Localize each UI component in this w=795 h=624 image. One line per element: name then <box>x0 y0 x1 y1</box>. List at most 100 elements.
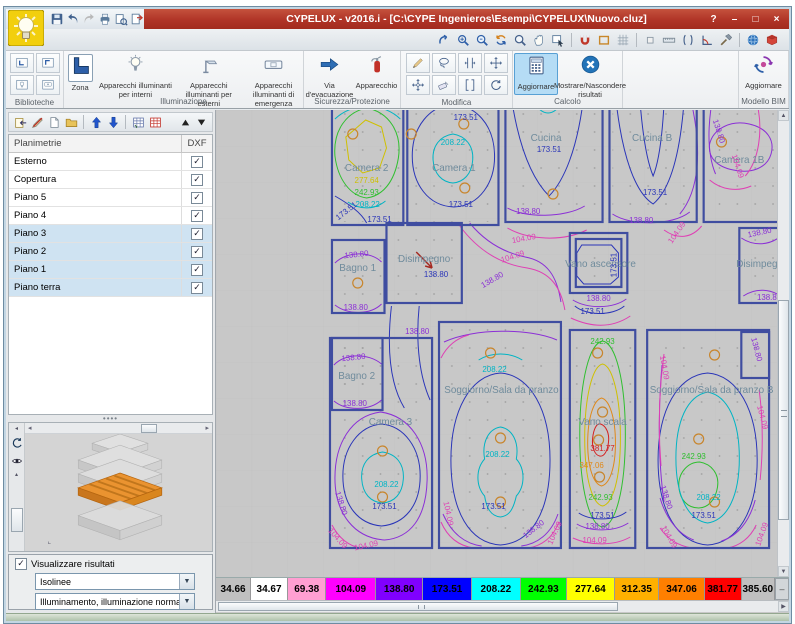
move-up-button[interactable] <box>88 114 104 130</box>
table-row-copertura[interactable]: Copertura✓ <box>9 171 212 189</box>
chevron-left-icon[interactable]: ◂ <box>28 424 32 432</box>
view-mode-select[interactable]: Isolinee ▼ <box>35 573 195 590</box>
orbit-button[interactable] <box>435 31 453 49</box>
preview-3d[interactable]: ◂ ▴ ◂ ▸ <box>8 422 213 552</box>
pencil-button[interactable] <box>406 53 430 73</box>
zoom-window-button[interactable] <box>473 31 491 49</box>
scroll-right-icon[interactable]: ▶ <box>778 601 789 612</box>
apparecchi-illuminanti-per-interni-button[interactable]: Apparecchi illuminanti per interni <box>97 53 173 95</box>
frame-bulb-button[interactable] <box>10 75 34 95</box>
via-d-evacuazione-button[interactable]: Via d'evacuazione <box>306 53 354 95</box>
rotate-button[interactable] <box>484 75 508 95</box>
ruler-button[interactable] <box>660 31 678 49</box>
scroll-down-icon[interactable]: ▼ <box>778 566 789 577</box>
table-row-piano-2[interactable]: Piano 2✓ <box>9 243 212 261</box>
globe-button[interactable] <box>744 31 762 49</box>
magnet-button[interactable] <box>576 31 594 49</box>
angle-button[interactable] <box>698 31 716 49</box>
scroll-up-icon[interactable]: ▲ <box>778 110 789 121</box>
dimension-button[interactable] <box>679 31 697 49</box>
export-button[interactable] <box>130 10 144 28</box>
brackets-button[interactable] <box>458 75 482 95</box>
print-button[interactable] <box>98 10 112 28</box>
dxf-checkbox[interactable]: ✓ <box>191 282 203 294</box>
maximize-button[interactable]: □ <box>745 11 766 27</box>
frame-l2-button[interactable] <box>36 53 60 73</box>
rotate-3d-button[interactable] <box>10 436 24 450</box>
dxf-checkbox[interactable]: ✓ <box>191 156 203 168</box>
help-book-button[interactable] <box>763 31 781 49</box>
magnitude-select[interactable]: Illuminamento, illuminazione normale ▼ <box>35 593 195 610</box>
table-row-piano-3[interactable]: Piano 3✓ <box>9 225 212 243</box>
eye-button[interactable] <box>10 454 24 468</box>
table-row-piano-1[interactable]: Piano 1✓ <box>9 261 212 279</box>
preview-hslider-thumb[interactable] <box>141 424 157 433</box>
print-preview-button[interactable] <box>114 10 128 28</box>
frame-snap-button[interactable] <box>595 31 613 49</box>
building-3d-view[interactable]: ⌞ <box>25 434 215 550</box>
divide-button[interactable] <box>458 53 482 73</box>
pan-button[interactable] <box>530 31 548 49</box>
table-row-piano-terra[interactable]: Piano terra✓ <box>9 279 212 297</box>
redraw-button[interactable] <box>492 31 510 49</box>
edit-row-button[interactable] <box>29 114 45 130</box>
panel-splitter[interactable]: •••• <box>8 415 213 422</box>
table-row-piano-4[interactable]: Piano 4✓ <box>9 207 212 225</box>
dxf-checkbox[interactable]: ✓ <box>191 174 203 186</box>
apparecchio-button[interactable]: Apparecchio <box>355 53 399 95</box>
hscroll-thumb[interactable] <box>218 602 618 611</box>
new-page-button[interactable] <box>46 114 62 130</box>
frame-l1-button[interactable] <box>10 53 34 73</box>
lasso-button[interactable] <box>432 53 456 73</box>
drawing-area[interactable]: Camera 2Camera 1CucinaCucina BCamera 1BB… <box>216 110 789 614</box>
mostrare-nascondere-risultati-button[interactable]: Mostrare/Nascondere risultati <box>559 53 621 95</box>
aggiornare-button[interactable]: Aggiornare <box>514 53 558 95</box>
dxf-checkbox[interactable]: ✓ <box>191 228 203 240</box>
open-folder-button[interactable] <box>63 114 79 130</box>
dxf-checkbox[interactable]: ✓ <box>191 192 203 204</box>
vscroll-thumb[interactable] <box>778 300 789 520</box>
redo-button[interactable] <box>82 10 96 28</box>
aggiornare-button[interactable]: Aggiornare <box>741 53 787 95</box>
table-row-esterno[interactable]: Esterno✓ <box>9 153 212 171</box>
help-button[interactable]: ? <box>703 11 724 27</box>
apparecchi-illuminanti-di-emergenza-button[interactable]: Apparecchi illuminanti di emergenza <box>244 53 303 95</box>
move-button[interactable] <box>484 53 508 73</box>
select-window-button[interactable] <box>549 31 567 49</box>
preview-hslider[interactable]: ◂ ▸ <box>25 423 212 434</box>
app-logo-icon[interactable] <box>8 10 44 46</box>
magnify-button[interactable] <box>511 31 529 49</box>
move-point-button[interactable] <box>406 75 430 95</box>
dxf-checkbox[interactable]: ✓ <box>191 210 203 222</box>
minimize-button[interactable]: – <box>724 11 745 27</box>
scale-collapse-button[interactable]: – <box>775 578 789 600</box>
chevron-right-icon[interactable]: ▸ <box>205 424 209 432</box>
dxf-checkbox[interactable]: ✓ <box>191 246 203 258</box>
undo-button[interactable] <box>66 10 80 28</box>
close-button[interactable]: × <box>766 11 787 27</box>
add-row-button[interactable] <box>12 114 28 130</box>
grid-red-button[interactable] <box>147 114 163 130</box>
tools-button[interactable] <box>717 31 735 49</box>
chevron-down-icon[interactable]: ▼ <box>179 574 194 589</box>
square-button[interactable] <box>641 31 659 49</box>
chevron-up-icon[interactable]: ▴ <box>15 472 18 478</box>
zoom-extents-button[interactable] <box>454 31 472 49</box>
chevron-left-icon[interactable]: ◂ <box>15 426 18 432</box>
zona-button[interactable]: Zona <box>64 53 96 95</box>
eraser-button[interactable] <box>432 75 456 95</box>
chevron-down-icon[interactable]: ▼ <box>179 594 194 609</box>
move-down-button[interactable] <box>105 114 121 130</box>
floor-plan[interactable]: Camera 2Camera 1CucinaCucina BCamera 1BB… <box>216 110 777 577</box>
vertical-scrollbar[interactable]: ▲ ▼ <box>777 110 789 577</box>
frame-lamp-button[interactable] <box>36 75 60 95</box>
tri-up-button[interactable] <box>177 114 193 130</box>
horizontal-scrollbar[interactable]: ▶ <box>216 600 789 612</box>
apparecchi-illuminanti-per-esterni-button[interactable]: Apparecchi illuminanti per esterni <box>174 53 243 95</box>
grid-blue-button[interactable] <box>130 114 146 130</box>
dxf-checkbox[interactable]: ✓ <box>191 264 203 276</box>
grid-snap-button[interactable] <box>614 31 632 49</box>
preview-vslider[interactable] <box>11 508 23 532</box>
table-row-piano-5[interactable]: Piano 5✓ <box>9 189 212 207</box>
tri-down-button[interactable] <box>193 114 209 130</box>
